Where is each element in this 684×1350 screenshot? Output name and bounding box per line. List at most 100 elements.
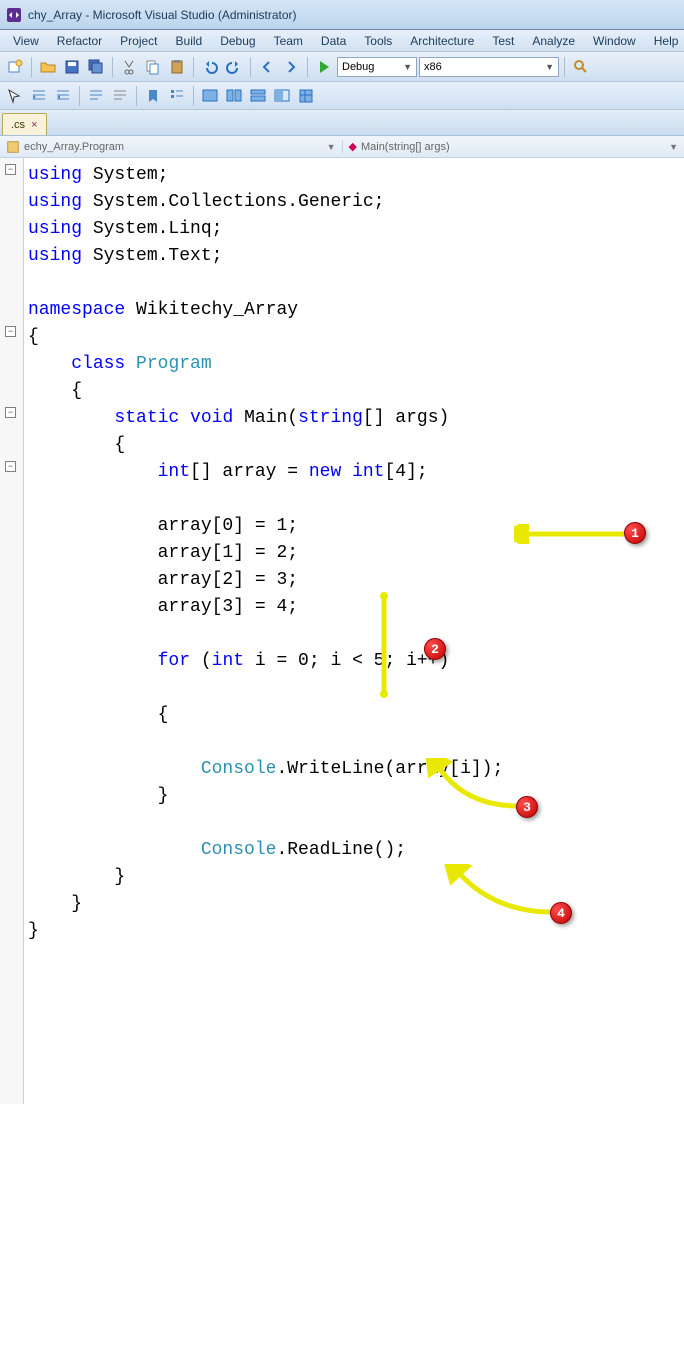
txt: [4]; [384, 462, 427, 482]
separator [112, 57, 113, 77]
separator [136, 86, 137, 106]
tab-label: .cs [11, 119, 25, 131]
method-icon: ◆ [349, 140, 357, 153]
chevron-down-icon: ▼ [669, 142, 678, 152]
window-titlebar: chy_Array - Microsoft Visual Studio (Adm… [0, 0, 684, 30]
secondary-toolbar [0, 82, 684, 110]
find-icon[interactable] [570, 56, 592, 78]
kw: void [190, 408, 233, 428]
txt: Wikitechy_Array [125, 300, 298, 320]
type: Console [201, 759, 277, 779]
win3-icon[interactable] [247, 85, 269, 107]
arrow-icon[interactable] [4, 85, 26, 107]
win4-icon[interactable] [271, 85, 293, 107]
start-icon[interactable] [313, 56, 335, 78]
cut-icon[interactable] [118, 56, 140, 78]
type: Console [201, 840, 277, 860]
ws [28, 408, 114, 428]
separator [564, 57, 565, 77]
kw: using [28, 246, 82, 266]
menu-project[interactable]: Project [111, 32, 166, 50]
menu-test[interactable]: Test [483, 32, 523, 50]
win2-icon[interactable] [223, 85, 245, 107]
fold-icon[interactable]: − [5, 164, 16, 175]
txt: { [28, 327, 39, 347]
config-combo[interactable]: Debug▼ [337, 57, 417, 77]
menu-analyze[interactable]: Analyze [523, 32, 584, 50]
separator [193, 86, 194, 106]
menu-help[interactable]: Help [645, 32, 684, 50]
uncomment-icon[interactable] [109, 85, 131, 107]
copy-icon[interactable] [142, 56, 164, 78]
paste-icon[interactable] [166, 56, 188, 78]
platform-combo[interactable]: x86▼ [419, 57, 559, 77]
txt: System.Collections.Generic; [82, 192, 384, 212]
menu-refactor[interactable]: Refactor [48, 32, 111, 50]
member-selector[interactable]: ◆ Main(string[] args) ▼ [342, 140, 684, 153]
new-project-icon[interactable] [4, 56, 26, 78]
menu-debug[interactable]: Debug [211, 32, 264, 50]
badge-3: 3 [516, 796, 538, 818]
menu-window[interactable]: Window [584, 32, 645, 50]
menu-bar: View Refactor Project Build Debug Team D… [0, 30, 684, 52]
fold-icon[interactable]: − [5, 461, 16, 472]
nav-back-icon[interactable] [256, 56, 278, 78]
menu-build[interactable]: Build [167, 32, 212, 50]
fold-icon[interactable]: − [5, 326, 16, 337]
document-tabbar: .cs × [0, 110, 684, 136]
fold-icon[interactable]: − [5, 407, 16, 418]
txt: System.Text; [82, 246, 222, 266]
nav-fwd-icon[interactable] [280, 56, 302, 78]
kw: static [114, 408, 179, 428]
close-icon[interactable]: × [31, 119, 37, 131]
code-editor[interactable]: − − − − using System; using System.Colle… [0, 158, 684, 1104]
outdent-icon[interactable] [52, 85, 74, 107]
kw: namespace [28, 300, 125, 320]
ws [28, 759, 201, 779]
kw: int [352, 462, 384, 482]
txt: { [28, 435, 125, 455]
ws [28, 840, 201, 860]
main-toolbar: Debug▼ x86▼ [0, 52, 684, 82]
txt: { [28, 381, 82, 401]
txt: } [28, 867, 125, 887]
txt: ( [190, 651, 212, 671]
platform-value: x86 [424, 61, 442, 73]
menu-data[interactable]: Data [312, 32, 355, 50]
comment-icon[interactable] [85, 85, 107, 107]
kw: using [28, 165, 82, 185]
bookmark-icon[interactable] [142, 85, 164, 107]
win-icon[interactable] [199, 85, 221, 107]
menu-team[interactable]: Team [265, 32, 312, 50]
undo-icon[interactable] [199, 56, 221, 78]
code-area[interactable]: using System; using System.Collections.G… [24, 158, 684, 1104]
txt: array[2] = 3; [28, 570, 298, 590]
badge-4: 4 [550, 902, 572, 924]
kw: for [158, 651, 190, 671]
tab-cs-file[interactable]: .cs × [2, 113, 47, 135]
txt: array[3] = 4; [28, 597, 298, 617]
type: Program [136, 354, 212, 374]
open-icon[interactable] [37, 56, 59, 78]
txt: System; [82, 165, 168, 185]
kw: int [158, 462, 190, 482]
menu-tools[interactable]: Tools [355, 32, 401, 50]
redo-icon[interactable] [223, 56, 245, 78]
badge-2: 2 [424, 638, 446, 660]
kw: class [71, 354, 125, 374]
save-all-icon[interactable] [85, 56, 107, 78]
indent-icon[interactable] [28, 85, 50, 107]
list-icon[interactable] [166, 85, 188, 107]
txt: } [28, 786, 168, 806]
menu-view[interactable]: View [4, 32, 48, 50]
ws [341, 462, 352, 482]
txt: Main( [233, 408, 298, 428]
class-selector[interactable]: echy_Array.Program ▼ [0, 140, 342, 154]
win5-icon[interactable] [295, 85, 317, 107]
app-icon [6, 7, 22, 23]
menu-architecture[interactable]: Architecture [401, 32, 483, 50]
save-icon[interactable] [61, 56, 83, 78]
arrow-4 [444, 864, 564, 924]
kw: int [212, 651, 244, 671]
txt: array[0] = 1; [28, 516, 298, 536]
